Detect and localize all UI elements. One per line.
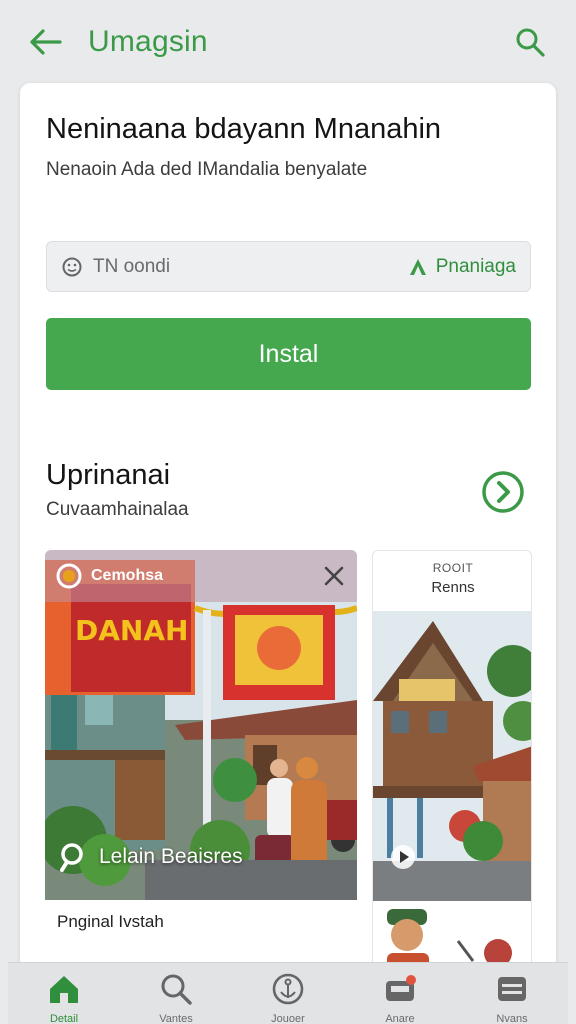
media-tile[interactable]: DANAH Cemohsa Lelain Beaisres Pnginal Iv… xyxy=(45,550,357,983)
field-action-label: Pnaniaga xyxy=(435,255,516,277)
inbox-icon xyxy=(386,975,416,1001)
chevron-right-circle-icon[interactable] xyxy=(481,470,525,514)
triangle-a-icon xyxy=(409,258,426,275)
app-bar-title: Umagsin xyxy=(88,25,208,58)
back-button[interactable] xyxy=(26,22,66,62)
search-button[interactable] xyxy=(510,22,550,62)
smiley-icon xyxy=(61,256,83,278)
arrow-left-icon xyxy=(30,29,62,55)
bottom-navigation: Detail Vantes Jouoer Anare Nvans xyxy=(8,962,568,1024)
play-icon[interactable] xyxy=(389,843,417,871)
menu-icon xyxy=(498,977,526,1001)
nav-label: Jouoer xyxy=(271,1013,305,1024)
nav-item-menu[interactable]: Nvans xyxy=(462,963,562,1024)
nav-label: Vantes xyxy=(159,1013,193,1024)
anchor-icon xyxy=(272,973,304,1005)
field-action[interactable]: Pnaniaga xyxy=(408,256,516,278)
circle-badge-icon xyxy=(56,563,82,589)
section-subtitle: Cuvaamhainalaa xyxy=(46,499,189,520)
location-pin-icon xyxy=(60,843,83,872)
app-bar: Umagsin xyxy=(0,0,576,84)
app-detail-card: Neninaana bdayann Mnanahin Nenaoin Ada d… xyxy=(20,83,556,983)
nav-item-search[interactable]: Vantes xyxy=(126,963,226,1024)
field-value: TN oondi xyxy=(93,255,171,277)
tile-caption-label: Lelain Beaisres xyxy=(99,845,243,868)
section-title: Uprinanai xyxy=(46,459,171,491)
search-icon xyxy=(516,28,545,57)
tile-caption: Lelain Beaisres xyxy=(59,842,243,872)
app-subtitle: Nenaoin Ada ded IMandalia benyalate xyxy=(46,159,368,180)
nav-label: Detail xyxy=(49,1013,79,1024)
tile-overlay-label: Cemohsa xyxy=(91,567,164,584)
banner-text: DANAH xyxy=(75,614,188,647)
info-field[interactable]: TN oondi Pnaniaga xyxy=(46,241,531,292)
app-name: Neninaana bdayann Mnanahin xyxy=(46,113,442,145)
nav-label: Anare xyxy=(385,1013,415,1024)
tile-footer-label: Pnginal Ivstah xyxy=(57,912,164,931)
close-icon[interactable] xyxy=(321,563,347,589)
nav-item-anchor[interactable]: Jouoer xyxy=(238,963,338,1024)
tile-overlay-bar: Cemohsa xyxy=(45,550,357,602)
home-icon xyxy=(50,976,78,1003)
media-tile[interactable]: ROOIT Renns xyxy=(372,550,532,983)
install-button[interactable]: Instal xyxy=(46,318,531,390)
nav-label: Nvans xyxy=(496,1013,528,1024)
search-icon xyxy=(161,974,192,1005)
nav-item-inbox[interactable]: Anare xyxy=(350,963,450,1024)
nav-item-home[interactable]: Detail xyxy=(14,963,114,1024)
